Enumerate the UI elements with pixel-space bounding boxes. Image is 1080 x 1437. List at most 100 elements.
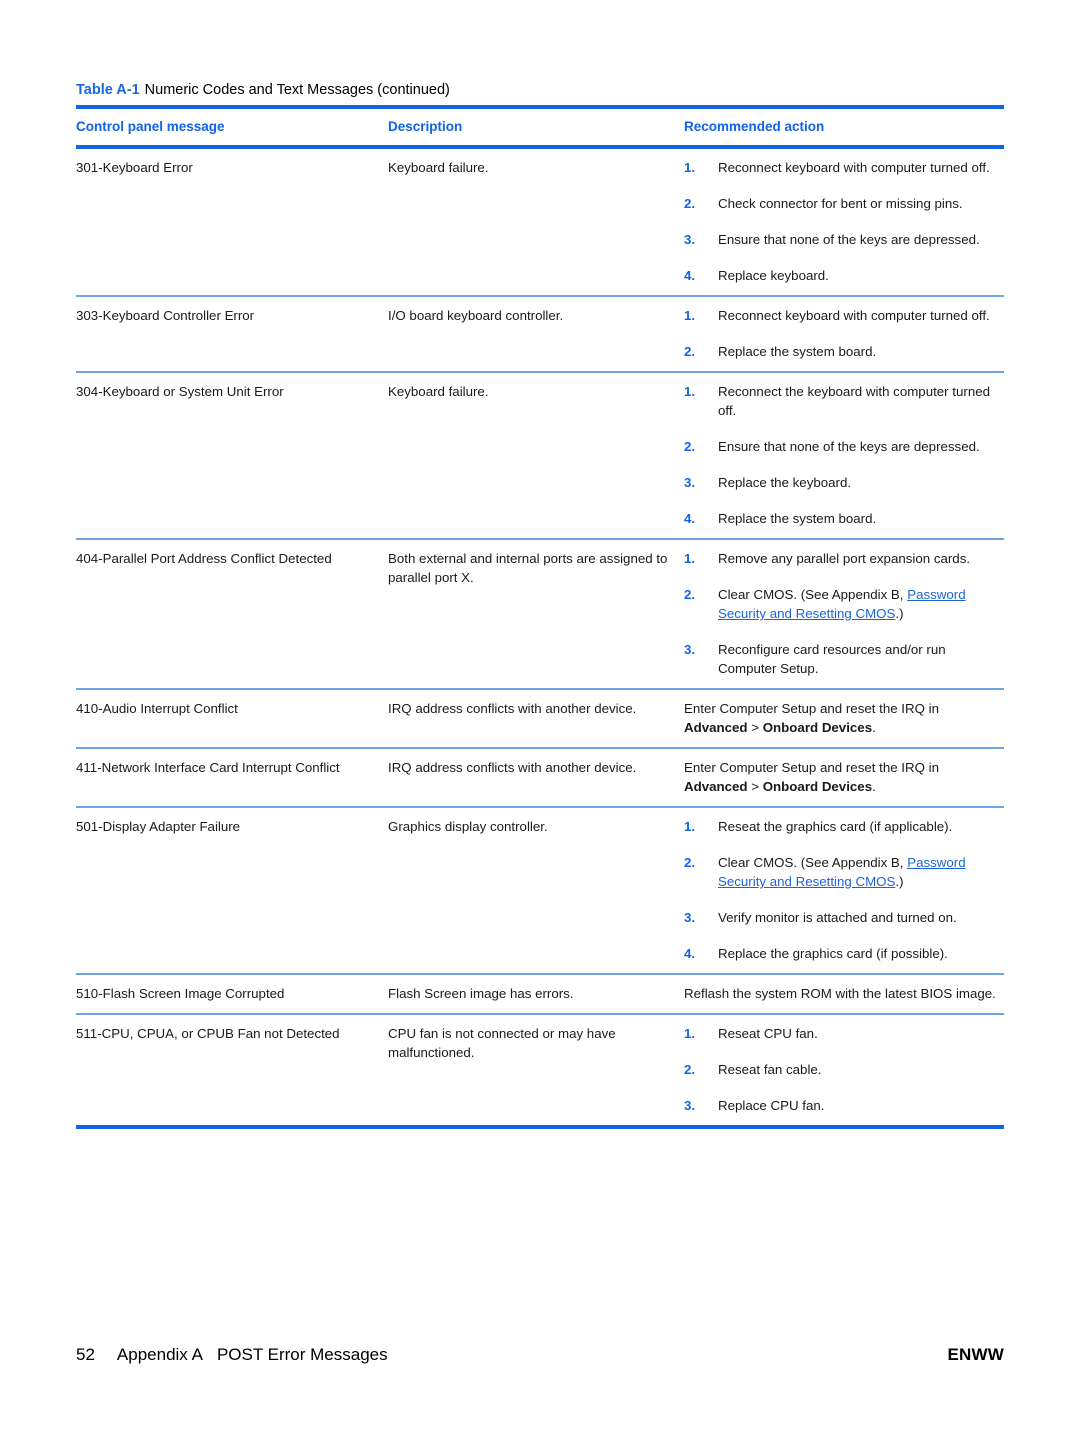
menu-path-segment-onboard-devices: Onboard Devices xyxy=(762,779,873,794)
cell-description: Keyboard failure. xyxy=(388,384,489,399)
action-list-marker: 1. xyxy=(684,384,696,399)
table-row: 511-CPU, CPUA, or CPUB Fan not Detected C… xyxy=(76,1015,1004,1125)
action-list-item: 1. Reconnect keyboard with computer turne… xyxy=(684,306,1004,325)
action-list-marker: 1. xyxy=(684,308,696,323)
action-text: Reseat the graphics card (if applicable)… xyxy=(718,819,953,834)
action-list: 1. Reconnect keyboard with computer turne… xyxy=(684,306,1004,361)
action-text-suffix: . xyxy=(872,720,876,735)
cell-control-panel-message: 404-Parallel Port Address Conflict Detec… xyxy=(76,551,332,566)
action-list-marker: 3. xyxy=(684,1098,696,1113)
cell-control-panel-message: 510-Flash Screen Image Corrupted xyxy=(76,986,285,1001)
action-list: 1. Reconnect keyboard with computer turne… xyxy=(684,158,1004,285)
cell-recommended-action: 1. Reconnect keyboard with computer turne… xyxy=(684,306,1004,361)
column-header-action: Recommended action xyxy=(684,119,825,134)
action-text-suffix: . xyxy=(872,779,876,794)
action-list-marker: 2. xyxy=(684,196,696,211)
cell-description: Flash Screen image has errors. xyxy=(388,986,574,1001)
action-list-item: 3. Replace CPU fan. xyxy=(684,1096,1004,1115)
table-row: 404-Parallel Port Address Conflict Detec… xyxy=(76,540,1004,688)
action-list-item: 1. Reconnect keyboard with computer turne… xyxy=(684,158,1004,177)
action-list-marker: 2. xyxy=(684,855,696,870)
cell-control-panel-message: 411-Network Interface Card Interrupt Con… xyxy=(76,760,340,775)
table-row: 304-Keyboard or System Unit Error Keyboar… xyxy=(76,373,1004,538)
action-text-suffix: .) xyxy=(895,606,904,621)
menu-path-segment-advanced: Advanced xyxy=(684,720,748,735)
action-text: Reseat CPU fan. xyxy=(718,1026,818,1041)
action-text: Replace keyboard. xyxy=(718,268,829,283)
action-paragraph: Enter Computer Setup and reset the IRQ i… xyxy=(684,699,1004,737)
cell-description: Graphics display controller. xyxy=(388,819,548,834)
action-list-marker: 1. xyxy=(684,551,696,566)
table-caption-label: Table A-1 xyxy=(76,82,140,98)
action-text: Reseat fan cable. xyxy=(718,1062,822,1077)
action-list-marker: 3. xyxy=(684,475,696,490)
action-text: Ensure that none of the keys are depress… xyxy=(718,232,980,247)
action-list-marker: 2. xyxy=(684,587,696,602)
table-row: 510-Flash Screen Image Corrupted Flash Sc… xyxy=(76,975,1004,1013)
cell-recommended-action: Enter Computer Setup and reset the IRQ i… xyxy=(684,758,1004,796)
action-list-marker: 2. xyxy=(684,1062,696,1077)
action-list-item: 2. Reseat fan cable. xyxy=(684,1060,1004,1079)
action-list-item: 1. Remove any parallel port expansion car… xyxy=(684,549,1004,568)
cell-control-panel-message: 501-Display Adapter Failure xyxy=(76,819,241,834)
action-text: Verify monitor is attached and turned on… xyxy=(718,910,957,925)
action-text-suffix: .) xyxy=(895,874,904,889)
action-text: Reconfigure card resources and/or run Co… xyxy=(718,642,946,676)
cell-recommended-action: 1. Reconnect the keyboard with computer t… xyxy=(684,382,1004,528)
action-list-item: 3. Ensure that none of the keys are depre… xyxy=(684,230,1004,249)
cell-description: IRQ address conflicts with another devic… xyxy=(388,760,637,775)
action-text: Enter Computer Setup and reset the IRQ i… xyxy=(684,760,939,775)
column-header-description: Description xyxy=(388,119,463,134)
action-text: Clear CMOS. (See Appendix B, xyxy=(718,587,908,602)
page-content: Table A-1 Numeric Codes and Text Messages… xyxy=(76,80,1004,1129)
action-list: 1. Reconnect the keyboard with computer t… xyxy=(684,382,1004,528)
action-text: Replace the graphics card (if possible). xyxy=(718,946,948,961)
action-text: Clear CMOS. (See Appendix B, xyxy=(718,855,908,870)
action-text: Reconnect the keyboard with computer tur… xyxy=(718,384,991,418)
action-text: Remove any parallel port expansion cards… xyxy=(718,551,971,566)
action-text: Ensure that none of the keys are depress… xyxy=(718,439,980,454)
action-text: Replace the keyboard. xyxy=(718,475,852,490)
footer-appendix: Appendix A xyxy=(116,1345,203,1364)
action-list-item: 1. Reconnect the keyboard with computer t… xyxy=(684,382,1004,420)
cell-recommended-action: Reflash the system ROM with the latest B… xyxy=(684,984,1004,1003)
action-paragraph: Enter Computer Setup and reset the IRQ i… xyxy=(684,758,1004,796)
action-list-item: 2. Clear CMOS. (See Appendix B, Password … xyxy=(684,853,1004,891)
cell-description: CPU fan is not connected or may have mal… xyxy=(388,1026,616,1060)
document-page: Table A-1 Numeric Codes and Text Messages… xyxy=(0,0,1080,1437)
menu-path-separator: > xyxy=(747,720,763,735)
cell-recommended-action: Enter Computer Setup and reset the IRQ i… xyxy=(684,699,1004,737)
cell-control-panel-message: 303-Keyboard Controller Error xyxy=(76,308,255,323)
action-list-item: 1. Reseat CPU fan. xyxy=(684,1024,1004,1043)
action-list-marker: 1. xyxy=(684,1026,696,1041)
action-text: Enter Computer Setup and reset the IRQ i… xyxy=(684,701,939,716)
action-list-marker: 2. xyxy=(684,439,696,454)
cell-description: I/O board keyboard controller. xyxy=(388,308,564,323)
action-list-marker: 4. xyxy=(684,511,696,526)
footer-imprint: ENWW xyxy=(947,1345,1004,1364)
table-row: 411-Network Interface Card Interrupt Con… xyxy=(76,749,1004,806)
cell-recommended-action: 1. Remove any parallel port expansion car… xyxy=(684,549,1004,678)
action-paragraph: Reflash the system ROM with the latest B… xyxy=(684,986,996,1001)
action-list-marker: 3. xyxy=(684,232,696,247)
action-list: 1. Reseat the graphics card (if applicabl… xyxy=(684,817,1004,963)
action-list-marker: 2. xyxy=(684,344,696,359)
action-list: 1. Remove any parallel port expansion car… xyxy=(684,549,1004,678)
table-row: 301-Keyboard Error Keyboard failure. 1. Rec… xyxy=(76,149,1004,295)
action-list-item: 4. Replace the graphics card (if possible… xyxy=(684,944,1004,963)
action-list-marker: 1. xyxy=(684,819,696,834)
cell-recommended-action: 1. Reseat the graphics card (if applicabl… xyxy=(684,817,1004,963)
cell-description: IRQ address conflicts with another devic… xyxy=(388,701,637,716)
action-list-item: 3. Reconfigure card resources and/or run … xyxy=(684,640,1004,678)
table-bottom-rule xyxy=(76,1125,1004,1129)
footer-page-number: 52 xyxy=(76,1345,95,1364)
footer-left: 52 Appendix A POST Error Messages xyxy=(76,1345,388,1365)
cell-control-panel-message: 410-Audio Interrupt Conflict xyxy=(76,701,238,716)
table-row: 303-Keyboard Controller Error I/O board k… xyxy=(76,297,1004,371)
action-text: Reconnect keyboard with computer turned … xyxy=(718,160,990,175)
action-list-marker: 4. xyxy=(684,946,696,961)
cell-description: Keyboard failure. xyxy=(388,160,489,175)
action-list-item: 3. Verify monitor is attached and turned … xyxy=(684,908,1004,927)
action-list-item: 3. Replace the keyboard. xyxy=(684,473,1004,492)
action-text: Replace CPU fan. xyxy=(718,1098,825,1113)
